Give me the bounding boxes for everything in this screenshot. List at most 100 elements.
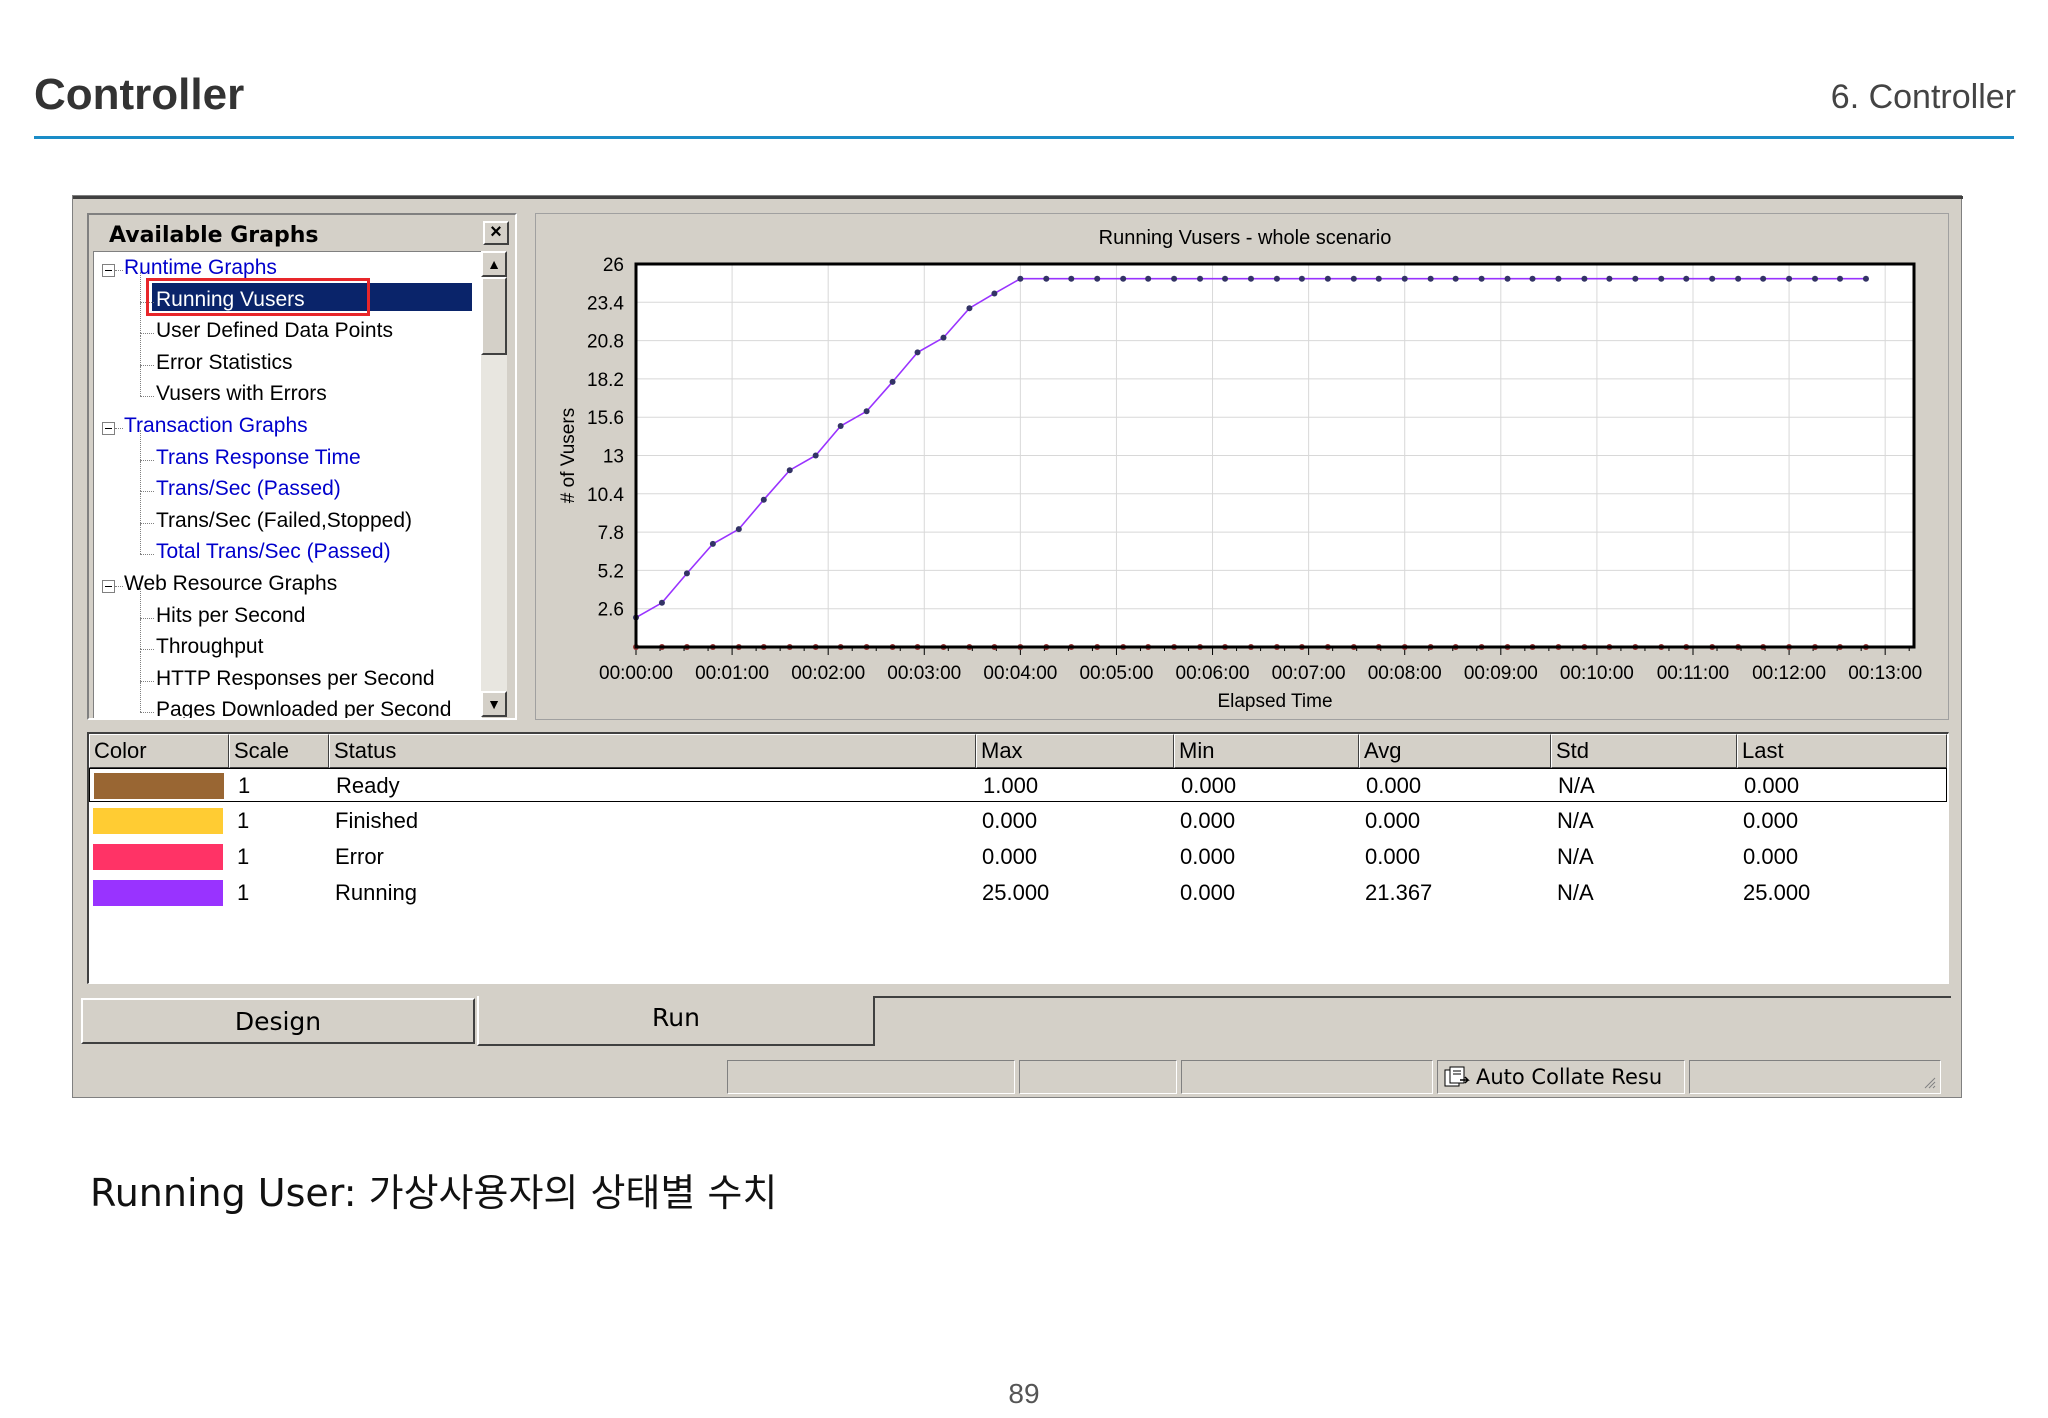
slide-section-label: 6. Controller: [1830, 78, 2016, 116]
legend-cell-min: 0.000: [1181, 773, 1237, 798]
x-tick-label: 00:06:00: [1176, 663, 1250, 684]
column-header-max[interactable]: Max: [976, 734, 1174, 768]
tree-item-label[interactable]: Hits per Second: [156, 604, 305, 628]
tree-connector: [140, 649, 154, 651]
data-point-running: [1837, 275, 1844, 282]
legend-cell-max: 25.000: [982, 880, 1050, 905]
tree-connector: [140, 619, 141, 650]
legend-cell-max: 1.000: [983, 773, 1039, 798]
x-tick-label: 00:01:00: [695, 663, 769, 684]
tree-item-label[interactable]: HTTP Responses per Second: [156, 667, 435, 691]
data-point-running: [1043, 275, 1050, 282]
column-header-color[interactable]: Color: [89, 734, 229, 768]
column-header-status[interactable]: Status: [329, 734, 976, 768]
tree-item-label[interactable]: Total Trans/Sec (Passed): [156, 540, 391, 564]
collate-results-icon: [1444, 1066, 1470, 1087]
x-tick-label: 00:08:00: [1368, 663, 1442, 684]
legend-row[interactable]: 1 Running 25.000 0.000 21.367 N/A 25.000: [89, 876, 1947, 910]
y-tick-label: 2.6: [598, 600, 624, 621]
view-tabs: Design Run: [81, 996, 1951, 1046]
data-point-running: [940, 334, 947, 341]
tree-item-label[interactable]: Error Statistics: [156, 351, 293, 375]
scroll-down-arrow-icon[interactable]: ▼: [481, 691, 507, 717]
scroll-up-arrow-icon[interactable]: ▲: [481, 251, 507, 277]
tree-group-label[interactable]: Transaction Graphs: [124, 414, 308, 438]
collapse-toggle-icon[interactable]: [102, 264, 115, 277]
tree-item-label[interactable]: Pages Downloaded per Second: [156, 698, 451, 718]
x-tick-label: 00:02:00: [791, 663, 865, 684]
collapse-toggle-icon[interactable]: [102, 580, 115, 593]
y-tick-label: 26: [603, 255, 624, 276]
y-tick-label: 13: [603, 447, 624, 468]
close-icon[interactable]: ×: [483, 221, 509, 245]
x-tick-label: 00:05:00: [1079, 663, 1153, 684]
graph-panel: Running Vusers - whole scenario 26 23.4 20.…: [535, 213, 1949, 720]
tree-item-label[interactable]: Throughput: [156, 635, 263, 659]
tree-item-label[interactable]: User Defined Data Points: [156, 319, 393, 343]
legend-cell-status: Error: [335, 844, 384, 869]
column-header-min[interactable]: Min: [1174, 734, 1359, 768]
data-point-running: [1632, 275, 1639, 282]
legend-row[interactable]: 1 Error 0.000 0.000 0.000 N/A 0.000: [89, 840, 1947, 874]
tree-connector: [140, 334, 141, 365]
data-point-running: [1094, 275, 1101, 282]
tree-connector: [140, 524, 141, 555]
tree-scrollbar[interactable]: ▲ ▼: [481, 251, 507, 717]
column-header-scale[interactable]: Scale: [229, 734, 329, 768]
tree-connector: [140, 680, 154, 682]
x-tick-label: 00:10:00: [1560, 663, 1634, 684]
legend-cell-std: N/A: [1557, 844, 1594, 869]
tree-item-label[interactable]: Trans/Sec (Passed): [156, 477, 341, 501]
y-tick-label: 23.4: [587, 293, 624, 314]
resize-grip-icon[interactable]: [1922, 1075, 1936, 1089]
tab-run[interactable]: Run: [477, 996, 875, 1046]
color-swatch[interactable]: [93, 808, 223, 834]
tree-group-label[interactable]: Web Resource Graphs: [124, 572, 337, 596]
tree-item-label[interactable]: Vusers with Errors: [156, 382, 327, 406]
y-tick-label: 15.6: [587, 408, 624, 429]
legend-row[interactable]: 1 Finished 0.000 0.000 0.000 N/A 0.000: [89, 804, 1947, 838]
color-swatch[interactable]: [94, 773, 224, 799]
tree-connector: [140, 459, 154, 461]
x-tick-label: 00:13:00: [1848, 663, 1922, 684]
x-axis-label: Elapsed Time: [1217, 691, 1332, 712]
collapse-toggle-icon[interactable]: [102, 422, 115, 435]
data-point-running: [1350, 275, 1357, 282]
tree-connector: [140, 303, 141, 334]
data-point-running: [1298, 275, 1305, 282]
tree-item-label[interactable]: Trans/Sec (Failed,Stopped): [156, 509, 412, 533]
data-point-running: [1735, 275, 1742, 282]
column-header-last[interactable]: Last: [1737, 734, 1947, 768]
page-number: 89: [1008, 1378, 1040, 1409]
scrollbar-thumb[interactable]: [481, 277, 507, 355]
status-pane-5: [1689, 1060, 1941, 1094]
color-swatch[interactable]: [93, 880, 223, 906]
auto-collate-results-pane[interactable]: Auto Collate Resu: [1437, 1060, 1685, 1094]
x-tick-label: 00:11:00: [1657, 663, 1730, 684]
tree-connector: [115, 270, 123, 271]
color-swatch[interactable]: [93, 844, 223, 870]
legend-row[interactable]: 1 Ready 1.000 0.000 0.000 N/A 0.000: [89, 768, 1947, 802]
column-header-std[interactable]: Std: [1551, 734, 1737, 768]
data-point-running: [1171, 275, 1178, 282]
data-point-running: [1581, 275, 1588, 282]
x-tick-label: 00:03:00: [887, 663, 961, 684]
legend-cell-avg: 0.000: [1365, 844, 1421, 869]
column-header-avg[interactable]: Avg: [1359, 734, 1551, 768]
tree-connector: [115, 428, 123, 429]
legend-cell-avg: 0.000: [1366, 773, 1422, 798]
data-point-running: [1452, 275, 1459, 282]
legend-cell-std: N/A: [1557, 808, 1594, 833]
data-point-running: [1478, 275, 1485, 282]
data-point-running: [1709, 275, 1716, 282]
tree-group-label[interactable]: Runtime Graphs: [124, 256, 277, 280]
data-point-running: [1658, 275, 1665, 282]
graph-tree: Runtime Graphs Running Vusers User Defined…: [93, 251, 482, 718]
data-point-running: [1324, 275, 1331, 282]
chart-title: Running Vusers - whole scenario: [1099, 227, 1392, 249]
tab-design[interactable]: Design: [81, 998, 475, 1044]
tree-item-label[interactable]: Trans Response Time: [156, 446, 361, 470]
data-point-running: [1760, 275, 1767, 282]
tree-connector: [140, 587, 141, 618]
data-point-running: [1683, 275, 1690, 282]
